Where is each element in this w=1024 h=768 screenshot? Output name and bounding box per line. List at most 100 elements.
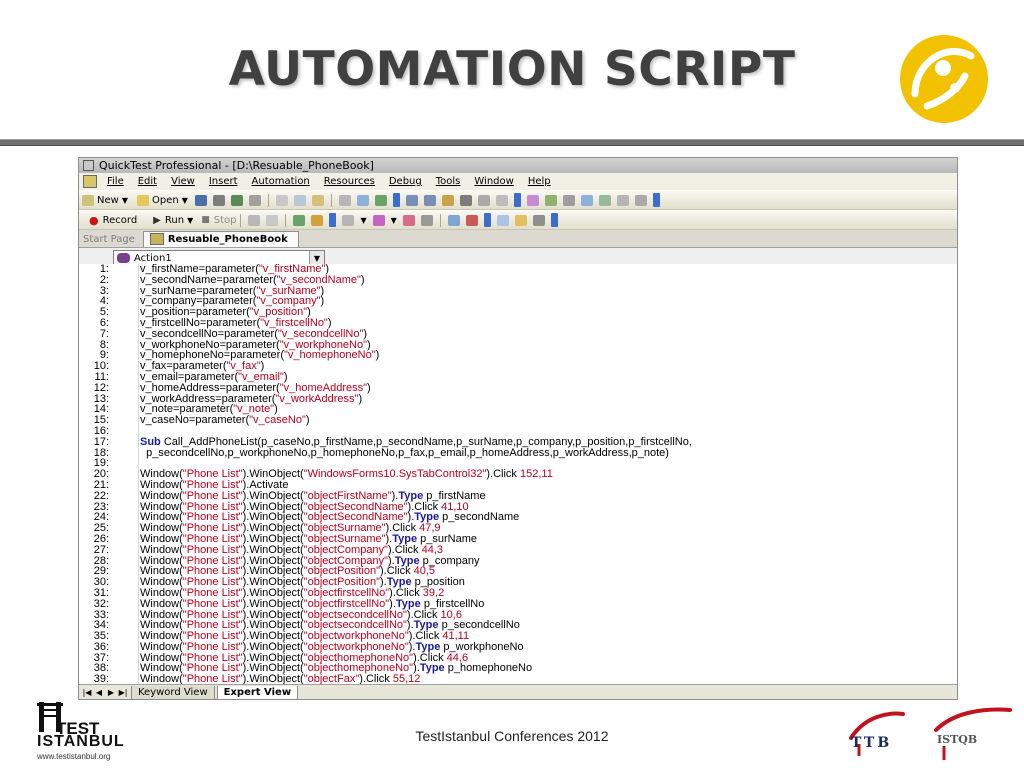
menu-file[interactable]: File: [107, 176, 124, 187]
toolbar-overflow-icon[interactable]: [329, 213, 337, 227]
menu-view[interactable]: View: [171, 176, 195, 187]
search-icon[interactable]: [459, 194, 472, 206]
checkpoint-icon[interactable]: [544, 194, 557, 206]
record-button[interactable]: Record: [103, 215, 138, 226]
chevron-down-icon[interactable]: ▼: [309, 251, 324, 265]
code-line[interactable]: 18: p_secondcellNo,p_workphoneNo,p_homep…: [79, 447, 957, 459]
code-token: "v_caseNo": [249, 414, 306, 427]
toolbar-overflow-icon[interactable]: [513, 193, 521, 207]
step-into-icon[interactable]: [248, 214, 261, 226]
tab-keyword-view[interactable]: Keyword View: [131, 685, 215, 699]
tab-resuable-phonebook[interactable]: Resuable_PhoneBook: [142, 231, 299, 247]
slide-title: AUTOMATION SCRIPT: [228, 42, 796, 97]
debug-icon[interactable]: [311, 214, 324, 226]
window-title: QuickTest Professional - [D:\Resuable_Ph…: [99, 159, 374, 172]
run-icon[interactable]: ▶: [153, 215, 161, 226]
tab-start-page[interactable]: Start Page: [79, 234, 143, 247]
menu-edit[interactable]: Edit: [138, 176, 157, 187]
line-number: 32:: [93, 597, 109, 610]
action-icon: [117, 253, 130, 263]
grid-icon[interactable]: [580, 194, 593, 206]
view-tabs-bar: |◀ ◀ ▶ ▶| Keyword View Expert View: [79, 684, 957, 699]
toolbar-separator: [330, 193, 332, 207]
call-action-icon[interactable]: [465, 214, 478, 226]
undo-icon[interactable]: [405, 194, 418, 206]
tree-icon[interactable]: [526, 194, 539, 206]
toolbar-separator: [240, 213, 242, 227]
properties-icon[interactable]: [496, 214, 509, 226]
paste-icon[interactable]: [311, 194, 324, 206]
menu-help[interactable]: Help: [528, 176, 551, 187]
menu-insert[interactable]: Insert: [209, 176, 238, 187]
last-tab-icon[interactable]: ▶|: [117, 688, 129, 697]
toolbar-overflow-icon[interactable]: [550, 213, 558, 227]
title-divider: [0, 139, 1024, 146]
window-titlebar: QuickTest Professional - [D:\Resuable_Ph…: [79, 158, 957, 173]
toolbar-overflow-icon[interactable]: [652, 193, 660, 207]
line-number: 39:: [93, 673, 109, 684]
save-icon[interactable]: [194, 194, 207, 206]
redo-icon[interactable]: [423, 194, 436, 206]
istqb-label: ISTQB: [937, 733, 978, 746]
first-tab-icon[interactable]: |◀: [81, 688, 93, 697]
object-repository-icon[interactable]: [374, 194, 387, 206]
output-value-icon[interactable]: [402, 214, 415, 226]
code-token: ): [358, 392, 363, 405]
line-number: 17:: [93, 435, 109, 448]
expert-view-editor[interactable]: 1: v_firstName=parameter("v_firstName") 2:…: [79, 264, 957, 684]
code-token: 152,11: [519, 468, 553, 481]
toolbar-separator: [267, 193, 269, 207]
toolbar-overflow-icon[interactable]: [483, 213, 491, 227]
export-icon[interactable]: [634, 194, 647, 206]
run-button[interactable]: Run: [165, 215, 184, 226]
insert-step-icon[interactable]: [342, 214, 355, 226]
save-all-icon[interactable]: [230, 194, 243, 206]
tab-expert-view[interactable]: Expert View: [216, 685, 299, 699]
cut-icon[interactable]: [275, 194, 288, 206]
line-code: v_caseNo=parameter("v_caseNo"): [140, 415, 310, 426]
menu-window[interactable]: Window: [474, 176, 513, 187]
step-icon[interactable]: [338, 194, 351, 206]
code-token: Type: [419, 662, 445, 675]
output-icon[interactable]: [562, 194, 575, 206]
document-icon[interactable]: [83, 175, 97, 188]
logo-url: www.testistanbul.org: [37, 752, 111, 761]
code-line[interactable]: 39: Window("Phone List").WinObject("objec…: [79, 674, 957, 684]
menu-automation[interactable]: Automation: [252, 176, 310, 187]
action-icon[interactable]: [447, 214, 460, 226]
transaction-icon[interactable]: [420, 214, 433, 226]
menu-resources[interactable]: Resources: [324, 176, 375, 187]
menu-debug[interactable]: Debug: [389, 176, 422, 187]
code-token: ): [360, 273, 365, 286]
menu-tools[interactable]: Tools: [436, 176, 461, 187]
prev-tab-icon[interactable]: ◀: [93, 688, 105, 697]
breakpoint-icon[interactable]: [293, 214, 306, 226]
window-icon[interactable]: [532, 214, 545, 226]
standard-toolbar: New ▼ Open ▼: [79, 190, 957, 210]
new-test-icon[interactable]: [82, 194, 94, 206]
open-button[interactable]: Open: [152, 195, 179, 206]
link-icon[interactable]: [616, 194, 629, 206]
open-folder-icon[interactable]: [136, 194, 149, 206]
table-icon[interactable]: [598, 194, 611, 206]
step-over-icon[interactable]: [266, 214, 279, 226]
record-icon[interactable]: ●: [89, 214, 99, 227]
code-line[interactable]: 15: v_caseNo=parameter("v_caseNo"): [79, 415, 957, 426]
line-number: 12:: [93, 381, 109, 394]
toolbar-overflow-icon[interactable]: [392, 193, 400, 207]
copy-icon[interactable]: [293, 194, 306, 206]
print-icon[interactable]: [212, 194, 225, 206]
tab-navigation: |◀ ◀ ▶ ▶|: [81, 688, 129, 697]
find-icon[interactable]: [441, 194, 454, 206]
checkpoint-insert-icon[interactable]: [372, 214, 385, 226]
new-button[interactable]: New: [97, 195, 119, 206]
replace-icon[interactable]: [495, 194, 508, 206]
binoculars-icon[interactable]: [477, 194, 490, 206]
next-tab-icon[interactable]: ▶: [105, 688, 117, 697]
data-table-icon[interactable]: [356, 194, 369, 206]
stop-icon[interactable]: ■: [201, 215, 210, 225]
menu-bar: File Edit View Insert Automation Resourc…: [79, 173, 957, 190]
preview-icon[interactable]: [248, 194, 261, 206]
stop-button[interactable]: Stop: [214, 215, 237, 226]
folder-icon[interactable]: [514, 214, 527, 226]
